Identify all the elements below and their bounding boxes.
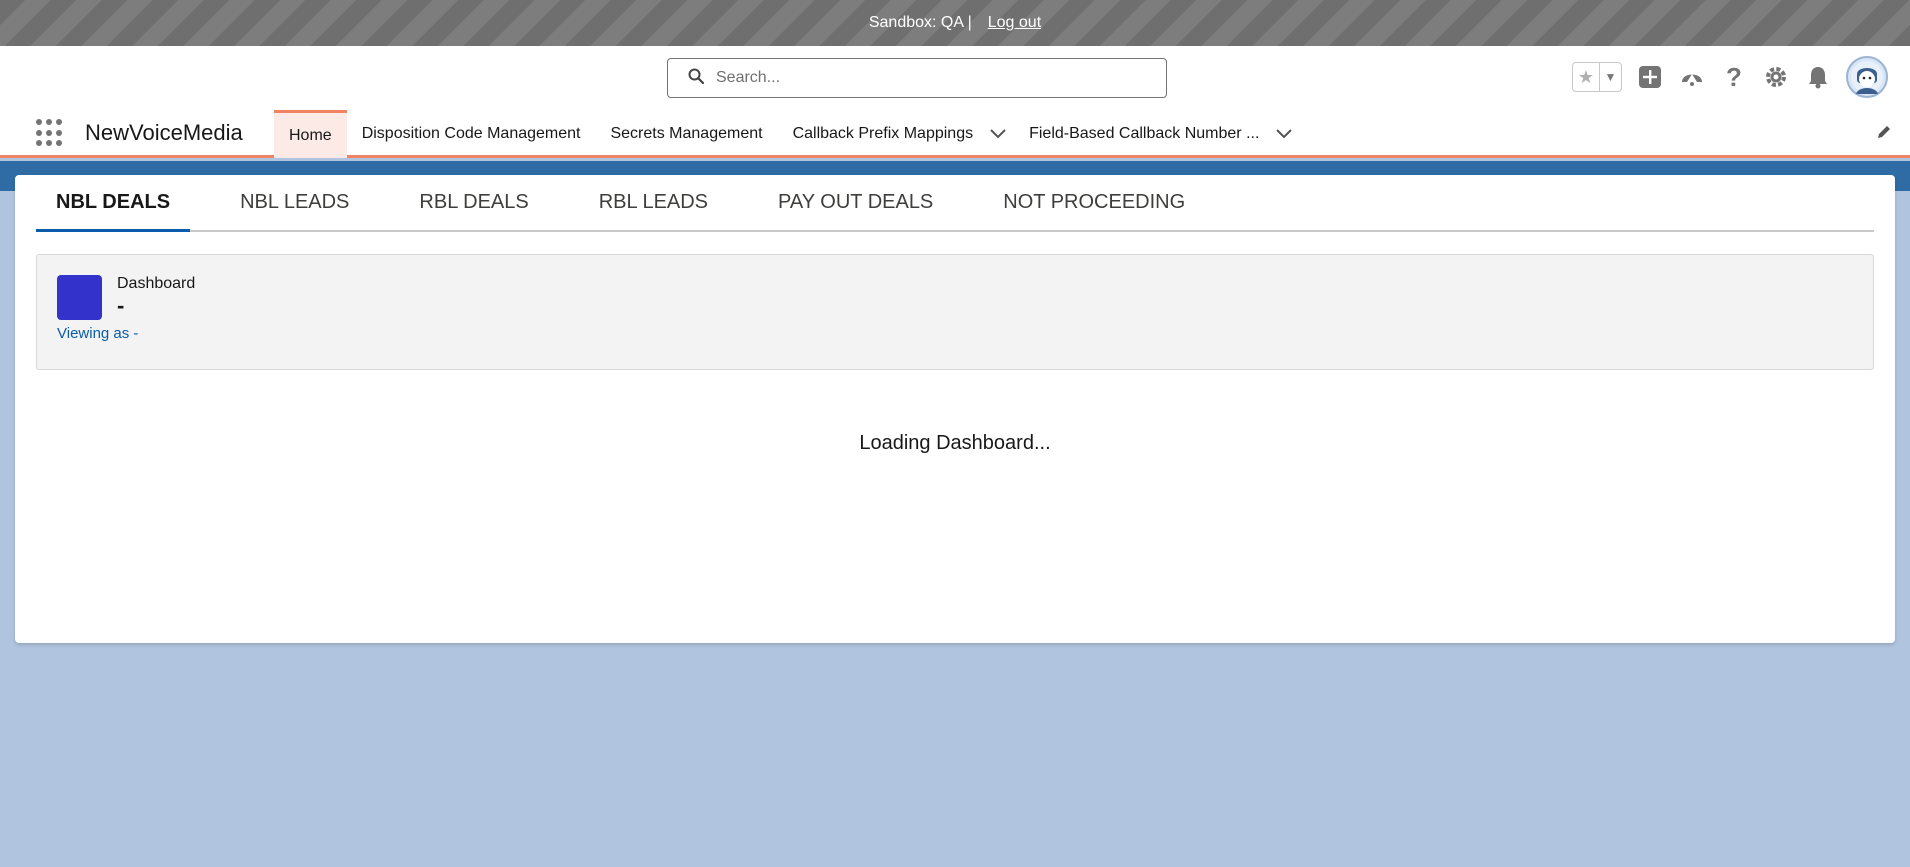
loading-message: Loading Dashboard... [859, 432, 1051, 454]
sandbox-banner: Sandbox: QA | Log out [0, 0, 1910, 46]
dashboard-header: Dashboard - Viewing as - [36, 254, 1874, 370]
dashboard-card: NBL DEALS NBL LEADS RBL DEALS RBL LEADS … [15, 175, 1895, 643]
viewing-as-link[interactable]: Viewing as - [57, 325, 138, 342]
app-launcher-icon[interactable] [36, 119, 64, 147]
sandbox-label: Sandbox: QA | [868, 14, 972, 31]
nav-item-disposition-code-management[interactable]: Disposition Code Management [347, 110, 596, 158]
app-nav-bar: NewVoiceMedia Home Disposition Code Mana… [0, 110, 1910, 158]
search-input[interactable] [716, 69, 1136, 87]
gear-icon[interactable] [1762, 63, 1790, 91]
tab-rbl-deals[interactable]: RBL DEALS [399, 175, 548, 230]
bell-icon[interactable] [1804, 63, 1832, 91]
header-utility-icons: ★ ▼ ? [1572, 56, 1888, 98]
global-search[interactable] [667, 58, 1167, 98]
dashboard-name: - [117, 293, 125, 318]
chevron-down-icon[interactable] [1274, 110, 1300, 158]
star-icon[interactable]: ★ [1573, 63, 1599, 91]
favorites-group: ★ ▼ [1572, 62, 1622, 92]
tab-nbl-leads[interactable]: NBL LEADS [220, 175, 369, 230]
dashboard-tabs: NBL DEALS NBL LEADS RBL DEALS RBL LEADS … [36, 175, 1874, 232]
app-name: NewVoiceMedia [85, 120, 243, 145]
add-icon[interactable] [1636, 63, 1664, 91]
nav-item-secrets-management[interactable]: Secrets Management [595, 110, 777, 158]
nav-item-field-based-callback-number[interactable]: Field-Based Callback Number ... [1014, 110, 1274, 158]
favorites-dropdown-icon[interactable]: ▼ [1599, 63, 1621, 91]
help-icon[interactable]: ? [1720, 62, 1748, 92]
nav-item-home[interactable]: Home [274, 110, 347, 158]
pencil-icon[interactable] [1876, 124, 1892, 145]
nav-items: Home Disposition Code Management Secrets… [274, 110, 1300, 158]
tab-not-proceeding[interactable]: NOT PROCEEDING [983, 175, 1205, 230]
global-header: ★ ▼ ? [0, 46, 1910, 110]
tab-pay-out-deals[interactable]: PAY OUT DEALS [758, 175, 953, 230]
logout-link[interactable]: Log out [988, 14, 1041, 32]
avatar[interactable] [1846, 56, 1888, 98]
nav-item-callback-prefix-mappings[interactable]: Callback Prefix Mappings [778, 110, 989, 158]
chevron-down-icon[interactable] [988, 110, 1014, 158]
dashboard-icon [57, 275, 102, 320]
tab-rbl-leads[interactable]: RBL LEADS [579, 175, 728, 230]
search-icon [688, 68, 705, 89]
trailhead-icon[interactable] [1678, 63, 1706, 91]
tab-nbl-deals[interactable]: NBL DEALS [36, 175, 191, 232]
dashboard-label: Dashboard [117, 275, 196, 292]
